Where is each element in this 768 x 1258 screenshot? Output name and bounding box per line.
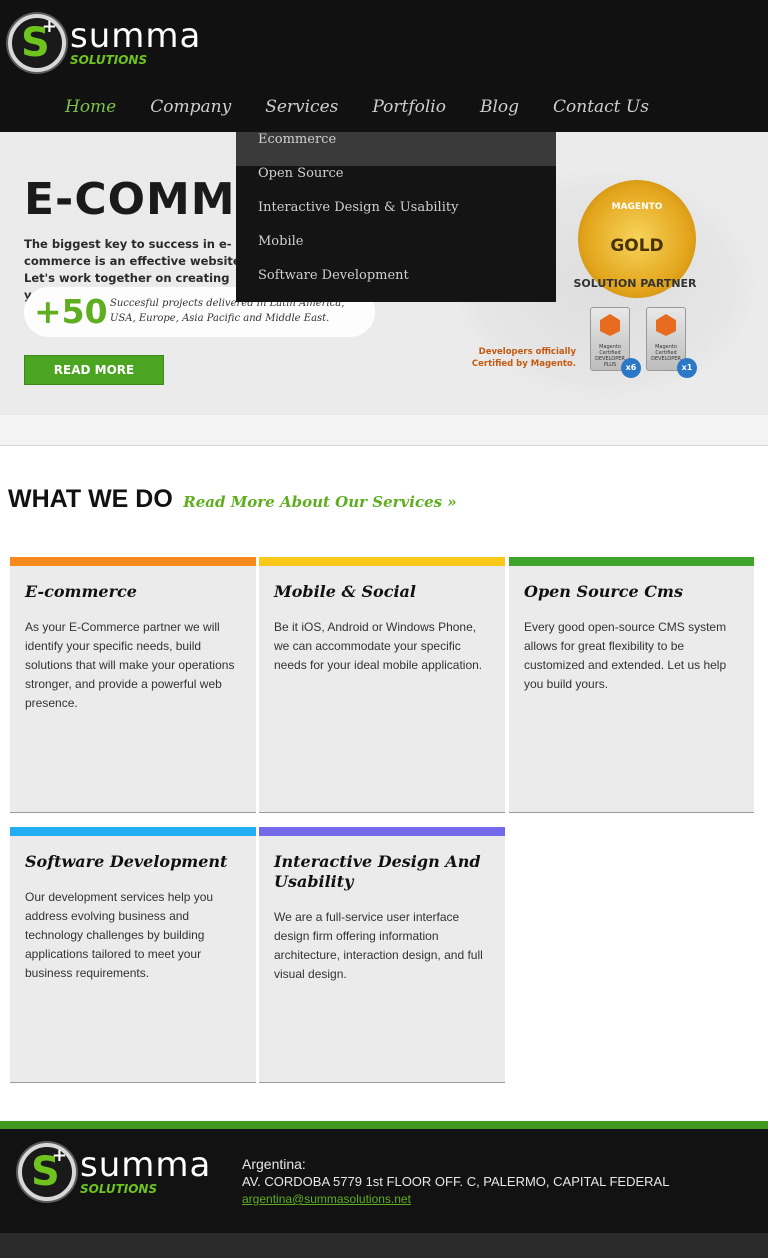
service-card-interactive-design[interactable]: Interactive Design And Usability We are … [259, 827, 505, 1083]
nav-contact-us[interactable]: Contact Us [536, 92, 666, 122]
logo-emblem-icon: S + [18, 1143, 76, 1201]
card-color-bar [259, 827, 505, 836]
footer-country: Argentina: [242, 1156, 306, 1172]
footer-bottom-bar [0, 1233, 768, 1258]
what-we-do-header: WHAT WE DO Read More About Our Services … [8, 485, 457, 514]
logo-words: summa SOLUTIONS [80, 1148, 211, 1196]
medal-top-text: MAGENTO [611, 202, 663, 212]
nav-portfolio[interactable]: Portfolio [355, 92, 463, 122]
dropdown-item-interactive-design[interactable]: Interactive Design & Usability [236, 200, 556, 234]
card-color-bar [10, 557, 256, 566]
footer-address-line: AV. CORDOBA 5779 1st FLOOR OFF. C, PALER… [242, 1174, 670, 1189]
magento-logo-icon [600, 314, 620, 336]
logo-emblem-icon: S + [8, 14, 66, 72]
cert-note: Developers officially Certified by Magen… [471, 347, 576, 369]
banner-stat: +50 [34, 292, 108, 331]
banner-divider [0, 415, 768, 446]
badge-count: x1 [677, 358, 697, 378]
logo-brand: summa [80, 1145, 212, 1185]
magento-cert-badge-icon: Magento Certified DEVELOPER PLUS x6 [590, 307, 641, 378]
medal-main-text: GOLD [610, 236, 664, 256]
read-more-button[interactable]: READ MORE [24, 355, 164, 385]
card-text: We are a full-service user interface des… [274, 910, 483, 981]
service-card-ecommerce[interactable]: E-commerce As your E-Commerce partner we… [10, 557, 256, 813]
badge-count: x6 [621, 358, 641, 378]
footer-logo[interactable]: S + summa SOLUTIONS [18, 1143, 211, 1201]
card-title: Interactive Design And Usability [274, 852, 481, 891]
card-color-bar [259, 557, 505, 566]
solution-partner-label: SOLUTION PARTNER [573, 277, 697, 290]
section-title: WHAT WE DO [8, 485, 173, 513]
footer-email-link[interactable]: argentina@summasolutions.net [242, 1192, 411, 1206]
magento-logo-icon [656, 314, 676, 336]
card-title: Software Development [25, 852, 228, 871]
card-text: Every good open-source CMS system allows… [524, 620, 727, 691]
card-color-bar [509, 557, 754, 566]
logo-brand: summa [70, 16, 202, 56]
magento-cert-badge-icon: Magento Certified DEVELOPER x1 [646, 307, 697, 378]
services-link[interactable]: Read More About Our Services » [183, 493, 456, 511]
logo-plus: + [41, 16, 57, 37]
main-nav: Home Company Services Portfolio Blog Con… [48, 92, 666, 122]
site-logo[interactable]: S + summa SOLUTIONS [8, 14, 201, 72]
dropdown-item-ecommerce[interactable]: Ecommerce [236, 132, 556, 166]
card-text: Our development services help you addres… [25, 890, 214, 980]
nav-company[interactable]: Company [133, 92, 248, 122]
footer-address: Argentina: AV. CORDOBA 5779 1st FLOOR OF… [242, 1156, 669, 1208]
card-text: As your E-Commerce partner we will ident… [25, 620, 235, 710]
card-title: Open Source Cms [524, 582, 683, 601]
card-title: Mobile & Social [274, 582, 416, 601]
card-title: E-commerce [25, 582, 137, 601]
service-card-mobile-social[interactable]: Mobile & Social Be it iOS, Android or Wi… [259, 557, 505, 813]
logo-words: summa SOLUTIONS [70, 19, 201, 67]
site-header: S + summa SOLUTIONS Home Company Service… [0, 0, 768, 132]
service-card-open-source-cms[interactable]: Open Source Cms Every good open-source C… [509, 557, 754, 813]
services-dropdown: Ecommerce Open Source Interactive Design… [236, 132, 556, 302]
dropdown-item-open-source[interactable]: Open Source [236, 166, 556, 200]
logo-plus: + [51, 1145, 67, 1166]
dropdown-item-mobile[interactable]: Mobile [236, 234, 556, 268]
badge-label: Magento Certified DEVELOPER [651, 344, 681, 362]
nav-home[interactable]: Home [48, 92, 133, 122]
site-footer: S + summa SOLUTIONS Argentina: AV. CORDO… [0, 1129, 768, 1233]
nav-blog[interactable]: Blog [463, 92, 536, 122]
nav-services[interactable]: Services [248, 92, 355, 122]
service-card-software-development[interactable]: Software Development Our development ser… [10, 827, 256, 1083]
footer-accent-bar [0, 1121, 768, 1129]
card-color-bar [10, 827, 256, 836]
dropdown-item-software-development[interactable]: Software Development [236, 268, 556, 302]
card-text: Be it iOS, Android or Windows Phone, we … [274, 620, 483, 672]
